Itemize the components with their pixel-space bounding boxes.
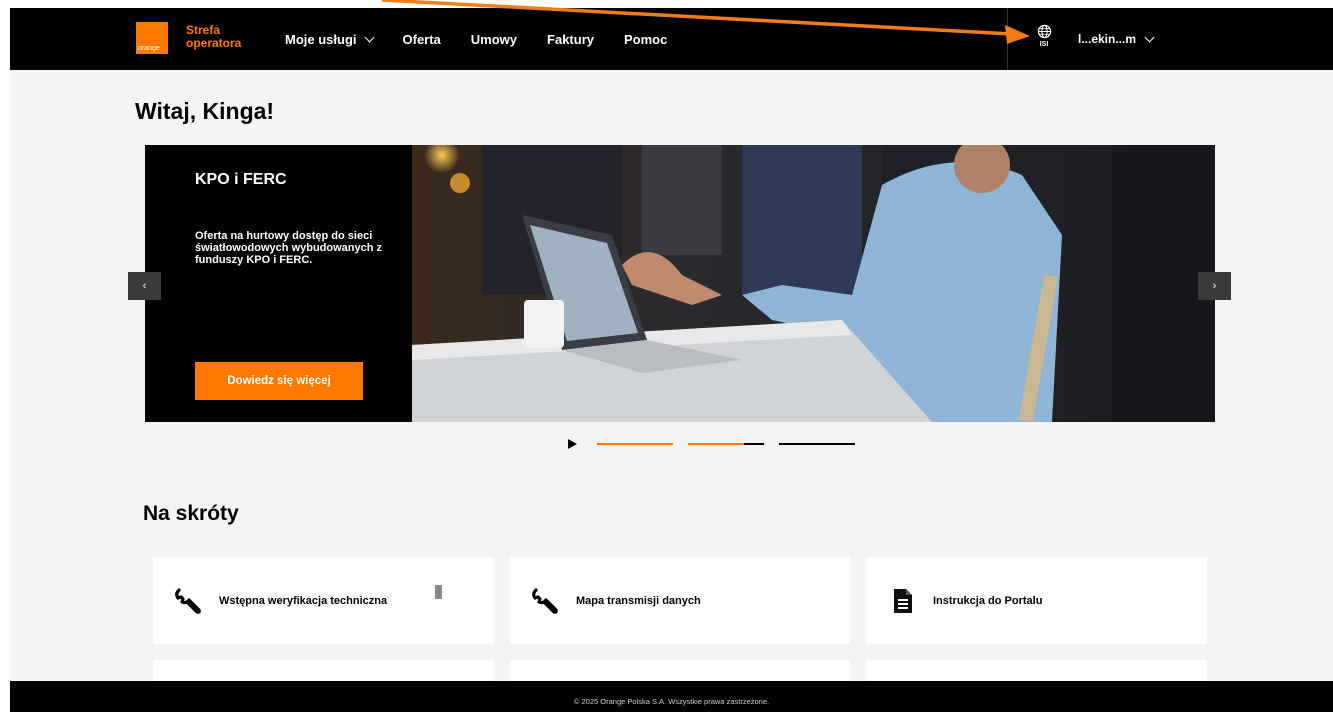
nav-item-pomoc[interactable]: Pomoc bbox=[624, 32, 667, 47]
banner-photo bbox=[412, 145, 1215, 422]
document-icon bbox=[894, 588, 912, 613]
shortcut-label: Mapa transmisji danych bbox=[576, 594, 701, 607]
carousel-indicator-1[interactable] bbox=[597, 443, 673, 445]
nav-item-label: Moje usługi bbox=[285, 32, 357, 47]
banner-description: Oferta na hurtowy dostęp do sieci światł… bbox=[195, 230, 383, 266]
logo-text: orange bbox=[138, 45, 160, 52]
language-switcher[interactable]: ISI bbox=[1035, 24, 1053, 48]
carousel-indicator-2[interactable] bbox=[688, 443, 764, 445]
user-menu[interactable]: l...ekin...m bbox=[1078, 32, 1155, 46]
banner-text-panel: KPO i FERC Oferta na hurtowy dostęp do s… bbox=[145, 145, 412, 422]
carousel-next-button[interactable]: › bbox=[1198, 272, 1231, 300]
footer-copyright: © 2025 Orange Polska S.A. Wszystkie praw… bbox=[573, 697, 770, 706]
play-icon[interactable] bbox=[568, 439, 577, 449]
carousel-indicators bbox=[568, 439, 870, 449]
chevron-down-icon bbox=[1144, 32, 1155, 42]
chevron-left-icon: ‹ bbox=[142, 280, 147, 292]
scroll-marker bbox=[435, 585, 442, 599]
carousel-indicator-3[interactable] bbox=[779, 443, 855, 445]
brand-name[interactable]: Strefa operatora bbox=[186, 24, 241, 50]
globe-icon bbox=[1037, 24, 1051, 39]
main-nav: Moje usługi Oferta Umowy Faktury Pomoc bbox=[285, 32, 697, 47]
shortcut-card-wstepna-weryfikacja[interactable]: Wstępna weryfikacja techniczna bbox=[153, 557, 493, 644]
banner-title: KPO i FERC bbox=[195, 171, 287, 188]
chevron-down-icon bbox=[364, 32, 374, 43]
nav-item-oferta[interactable]: Oferta bbox=[403, 32, 441, 47]
header-divider bbox=[1007, 8, 1008, 70]
user-name: l...ekin...m bbox=[1078, 32, 1137, 46]
chevron-right-icon: › bbox=[1212, 280, 1217, 292]
page-title: Witaj, Kinga! bbox=[135, 98, 275, 124]
language-code: ISI bbox=[1039, 41, 1049, 48]
footer: © 2025 Orange Polska S.A. Wszystkie praw… bbox=[10, 681, 1333, 712]
brand-line-2: operatora bbox=[186, 36, 242, 50]
wrench-icon bbox=[532, 587, 558, 614]
orange-logo[interactable]: orange bbox=[136, 22, 168, 54]
top-navigation-bar: orange Strefa operatora Moje usługi Ofer… bbox=[10, 8, 1333, 70]
nav-item-faktury[interactable]: Faktury bbox=[547, 32, 594, 47]
nav-item-label: Faktury bbox=[547, 32, 594, 47]
learn-more-button[interactable]: Dowiedz się więcej bbox=[195, 362, 363, 400]
nav-item-umowy[interactable]: Umowy bbox=[471, 32, 517, 47]
shortcut-label: Wstępna weryfikacja techniczna bbox=[219, 594, 388, 607]
shortcut-card-mapa-transmisji[interactable]: Mapa transmisji danych bbox=[510, 557, 850, 644]
nav-item-moje-uslugi[interactable]: Moje usługi bbox=[285, 32, 374, 47]
page-frame: orange Strefa operatora Moje usługi Ofer… bbox=[10, 8, 1333, 712]
nav-item-label: Oferta bbox=[402, 32, 441, 47]
nav-item-label: Pomoc bbox=[624, 32, 668, 47]
wrench-icon bbox=[175, 587, 201, 614]
carousel-prev-button[interactable]: ‹ bbox=[128, 272, 161, 300]
shortcut-label: Instrukcja do Portalu bbox=[933, 594, 1043, 607]
promo-banner: KPO i FERC Oferta na hurtowy dostęp do s… bbox=[145, 145, 1215, 422]
shortcut-card-instrukcja[interactable]: Instrukcja do Portalu bbox=[867, 557, 1207, 644]
shortcuts-title: Na skróty bbox=[143, 502, 239, 525]
nav-item-label: Umowy bbox=[470, 32, 518, 47]
